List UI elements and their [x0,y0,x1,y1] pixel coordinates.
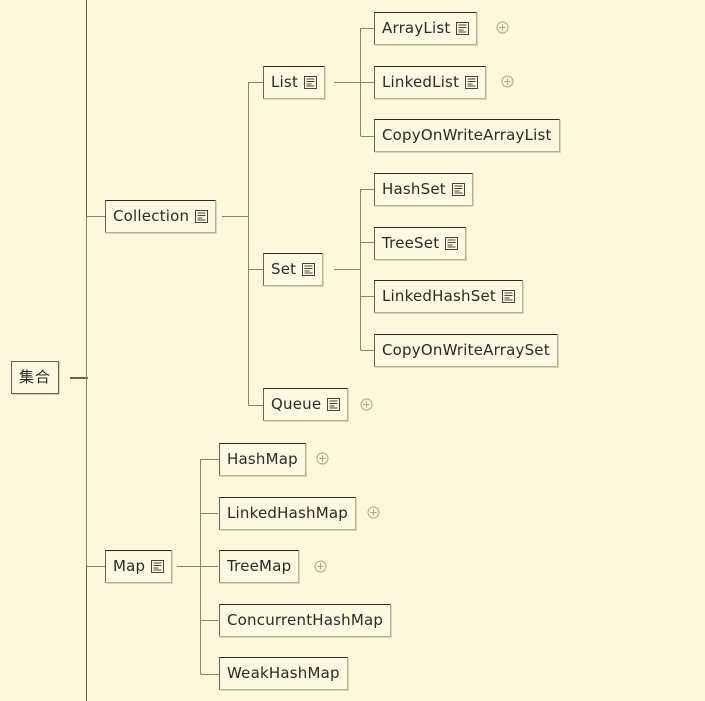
node-copyonwritearraylist[interactable]: CopyOnWriteArrayList [374,119,560,152]
connector-collection-spine [248,82,249,405]
connector-map-to-concurrenthashmap [200,620,218,621]
connector-collection-to-queue [248,404,264,406]
node-set-label: Set [271,260,297,278]
node-map-label: Map [113,557,146,575]
connector-root-to-map [86,565,106,567]
node-treeset-label: TreeSet [382,234,440,252]
node-queue[interactable]: Queue [263,388,349,421]
note-icon[interactable] [501,290,515,303]
node-concurrenthashmap-label: ConcurrentHashMap [227,611,384,629]
mindmap-canvas: 集合 Collection List ArrayList LinkedList [0,0,705,701]
connector-list-to-copyonwritearraylist [360,135,375,137]
connector-set-stem [334,269,361,270]
node-root[interactable]: 集合 [11,361,60,394]
node-hashset-label: HashSet [382,180,446,198]
node-arraylist[interactable]: ArrayList [374,12,478,45]
note-icon[interactable] [465,76,479,89]
node-list[interactable]: List [263,66,326,99]
node-linkedhashset[interactable]: LinkedHashSet [374,280,523,313]
connector-collection-to-list [248,82,264,84]
node-weakhashmap[interactable]: WeakHashMap [219,657,348,690]
node-queue-label: Queue [271,395,322,413]
node-root-label: 集合 [19,368,52,386]
note-icon[interactable] [445,237,459,250]
node-hashmap-label: HashMap [227,450,298,468]
connector-map-to-treemap [200,566,218,567]
node-treemap-label: TreeMap [227,557,292,575]
connector-set-to-treeset [360,242,374,243]
connector-set-to-copyonwritearrayset [360,349,375,351]
expand-plus-icon[interactable] [314,560,327,573]
expand-plus-icon[interactable] [367,506,380,519]
node-collection-label: Collection [113,207,190,225]
connector-list-to-arraylist [360,28,375,30]
note-icon[interactable] [456,22,470,35]
node-copyonwritearraylist-label: CopyOnWriteArrayList [382,126,552,144]
node-copyonwritearrayset[interactable]: CopyOnWriteArraySet [374,334,558,367]
note-icon[interactable] [151,560,165,573]
node-set[interactable]: Set [263,253,324,286]
expand-plus-icon[interactable] [501,75,514,88]
node-linkedhashset-label: LinkedHashSet [382,287,496,305]
connector-list-to-linkedlist [360,82,374,83]
connector-collection-to-set [248,269,263,270]
node-collection[interactable]: Collection [105,200,217,233]
node-linkedlist-label: LinkedList [382,73,460,91]
connector-set-spine [360,189,361,350]
note-icon[interactable] [451,183,465,196]
node-linkedhashmap-label: LinkedHashMap [227,504,348,522]
node-treemap[interactable]: TreeMap [219,550,300,583]
connector-map-to-hashmap [200,459,219,461]
node-list-label: List [271,73,299,91]
connector-root-spine [86,216,87,566]
connector-set-to-linkedhashset [360,296,374,297]
node-weakhashmap-label: WeakHashMap [227,664,340,682]
node-map[interactable]: Map [105,550,173,583]
expand-plus-icon[interactable] [360,398,373,411]
node-hashset[interactable]: HashSet [374,173,473,206]
connector-collection-stem [222,216,249,217]
node-concurrenthashmap[interactable]: ConcurrentHashMap [219,604,392,637]
node-hashmap[interactable]: HashMap [219,443,306,476]
node-treeset[interactable]: TreeSet [374,227,467,260]
connector-root-to-collection [86,216,106,218]
node-linkedlist[interactable]: LinkedList [374,66,487,99]
connector-set-to-hashset [360,189,375,191]
note-icon[interactable] [302,263,316,276]
expand-plus-icon[interactable] [316,452,329,465]
connector-map-to-weakhashmap [200,673,219,675]
connector-map-stem [177,566,201,567]
note-icon[interactable] [195,210,209,223]
connector-map-to-linkedhashmap [200,513,218,514]
connector-list-stem [334,82,361,83]
node-linkedhashmap[interactable]: LinkedHashMap [219,497,356,530]
node-arraylist-label: ArrayList [382,19,451,37]
node-copyonwritearrayset-label: CopyOnWriteArraySet [382,341,550,359]
note-icon[interactable] [327,398,341,411]
note-icon[interactable] [304,76,318,89]
expand-plus-icon[interactable] [496,21,509,34]
